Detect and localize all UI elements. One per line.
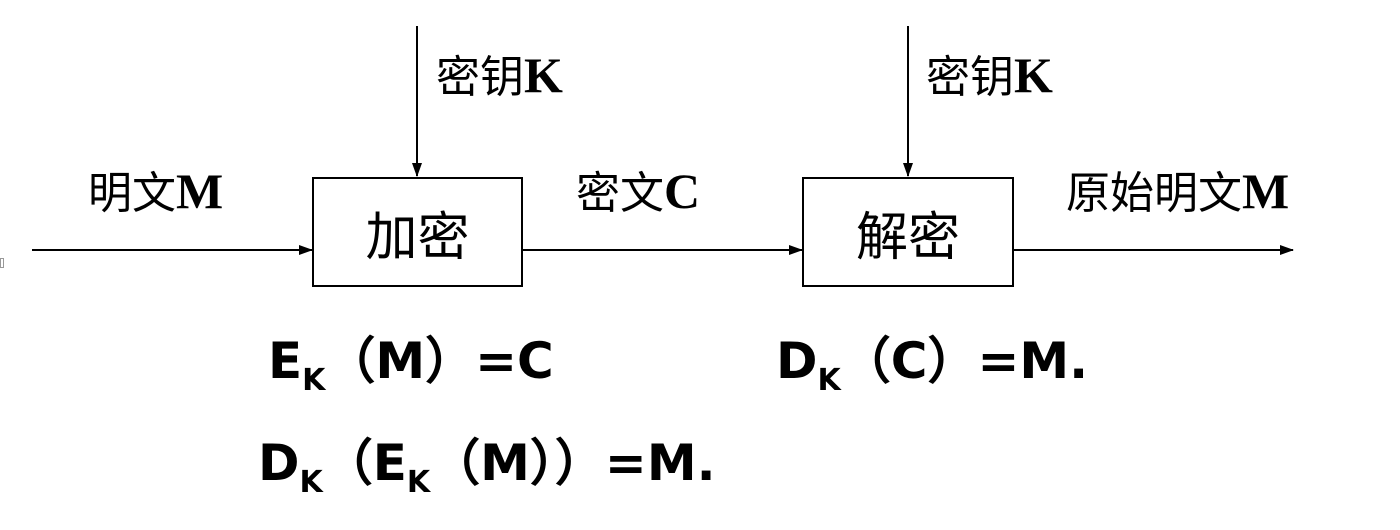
plaintext-variable: M [176,163,224,219]
combined-inner-function: E [372,434,407,492]
plaintext-label: 明文M [88,166,223,216]
encrypt-formula-rest: （M）=C [325,332,554,390]
encrypt-box-label: 加密 [365,207,470,268]
combined-formula: DK（EK（M））=M. [258,438,716,498]
encryption-diagram: 明文M 密钥K 密文C 密钥K 原始明文M 加密 解密 EK（M）=C DK（C… [0,0,1400,530]
combined-formula-rest: （M））=M. [430,434,716,492]
combined-outer-function: D [258,434,300,492]
decrypt-function: D [776,332,818,390]
output-plaintext-label: 原始明文M [1066,166,1289,216]
output-plaintext-variable: M [1242,163,1290,219]
combined-outer-subscript: K [299,465,323,500]
edge-marker [0,258,4,268]
encrypt-key-text: 密钥 [436,52,524,103]
plaintext-label-text: 明文 [88,168,176,219]
encrypt-key-variable: K [524,47,563,103]
encrypt-key-label: 密钥K [436,50,563,100]
decrypt-formula-rest: （C）=M. [840,332,1089,390]
encrypt-formula: EK（M）=C [268,336,554,396]
encrypt-key-subscript: K [302,363,326,398]
decrypt-key-text: 密钥 [926,52,1014,103]
ciphertext-text: 密文 [576,168,664,219]
combined-open-paren: （ [322,434,373,492]
decrypt-box: 解密 [802,177,1014,287]
ciphertext-variable: C [664,163,701,219]
decrypt-key-label: 密钥K [926,50,1053,100]
combined-inner-subscript: K [406,465,431,500]
decrypt-key-subscript: K [817,363,841,398]
encrypt-function: E [268,332,303,390]
ciphertext-label: 密文C [576,166,700,216]
output-plaintext-text: 原始明文 [1066,168,1242,219]
decrypt-box-label: 解密 [855,207,960,268]
encrypt-box: 加密 [312,177,523,287]
decrypt-formula: DK（C）=M. [776,336,1088,396]
decrypt-key-variable: K [1014,47,1053,103]
